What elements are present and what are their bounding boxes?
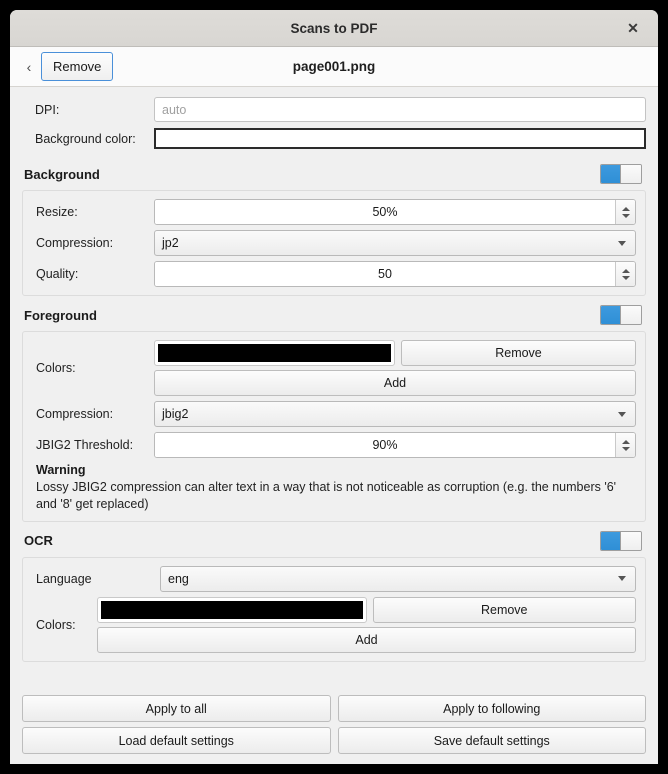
save-default-settings-button[interactable]: Save default settings: [337, 727, 646, 754]
chevron-down-icon: [621, 213, 630, 218]
quality-stepper[interactable]: [615, 262, 635, 286]
quality-row: Quality: 50: [32, 261, 636, 287]
ocr-language-value: eng: [168, 571, 189, 586]
ocr-toggle[interactable]: [600, 530, 642, 551]
toggle-on-half: [601, 306, 621, 324]
chevron-down-icon: [618, 411, 626, 417]
fg-compression-label: Compression:: [36, 407, 114, 421]
quality-value: 50: [155, 262, 615, 286]
remove-page-button[interactable]: Remove: [41, 52, 114, 81]
fg-compression-select[interactable]: jbig2: [154, 401, 636, 427]
chevron-up-icon: [621, 268, 630, 273]
scans-to-pdf-dialog: Scans to PDF ✕ ‹ Remove page001.png DPI:…: [10, 10, 658, 764]
bg-compression-value: jp2: [162, 236, 179, 250]
fg-color-entry: Remove: [154, 340, 636, 366]
header-bar: ‹ Remove page001.png: [10, 47, 658, 87]
bg-compression-select[interactable]: jp2: [154, 230, 636, 256]
toggle-on-half: [601, 165, 621, 183]
titlebar: Scans to PDF ✕: [10, 10, 658, 47]
jbig2-threshold-value: 90%: [155, 433, 615, 457]
dpi-input[interactable]: auto: [154, 97, 646, 122]
resize-stepper[interactable]: [615, 200, 635, 224]
ocr-colors-label: Colors:: [36, 617, 76, 632]
bg-compression-row: Compression: jp2: [32, 230, 636, 256]
background-color-row: Background color:: [22, 126, 646, 151]
ocr-colors-row: Colors: Remove Add: [32, 596, 636, 653]
ocr-language-select[interactable]: eng: [160, 565, 636, 592]
ocr-remove-color-button[interactable]: Remove: [372, 596, 636, 623]
ocr-add-line: Add: [97, 626, 636, 653]
ocr-color-entry: Remove: [97, 596, 636, 623]
background-groupbox: Resize: 50% Compression: jp2 Quality: 50: [22, 190, 646, 296]
back-chevron-icon[interactable]: ‹: [20, 59, 38, 75]
chevron-up-icon: [621, 206, 630, 211]
jbig2-threshold-stepper[interactable]: [615, 433, 635, 457]
warning-text: Lossy JBIG2 compression can alter text i…: [36, 480, 617, 511]
foreground-toggle[interactable]: [600, 305, 642, 325]
foreground-section-title: Foreground: [24, 307, 97, 323]
fg-colors-row: Colors: Remove Add: [32, 340, 636, 396]
ocr-color-fill: [101, 600, 363, 619]
background-toggle[interactable]: [600, 164, 642, 184]
ocr-add-color-button[interactable]: Add: [97, 626, 636, 653]
chevron-down-icon: [618, 240, 626, 246]
toggle-off-half: [621, 165, 641, 183]
actions-row-1: Apply to all Apply to following: [22, 695, 646, 722]
fg-remove-color-button[interactable]: Remove: [401, 340, 636, 366]
settings-body: DPI: auto Background color: Background R…: [10, 87, 658, 689]
ocr-section-title: OCR: [24, 533, 53, 549]
actions-row-2: Load default settings Save default setti…: [22, 727, 646, 754]
fg-colors-stack: Remove Add: [154, 340, 636, 396]
quality-label: Quality:: [36, 267, 79, 281]
quality-spinbox[interactable]: 50: [154, 261, 636, 287]
toggle-off-half: [621, 306, 641, 324]
ocr-color-swatch[interactable]: [97, 596, 367, 623]
resize-label: Resize:: [36, 205, 78, 219]
resize-value: 50%: [155, 200, 615, 224]
foreground-section-header: Foreground: [24, 305, 646, 325]
background-section-header: Background: [24, 164, 646, 184]
window-title: Scans to PDF: [290, 20, 378, 36]
warning-title: Warning: [36, 463, 86, 477]
toggle-on-half: [601, 531, 621, 550]
apply-to-all-button[interactable]: Apply to all: [22, 695, 331, 722]
chevron-down-icon: [621, 446, 630, 451]
resize-row: Resize: 50%: [32, 199, 636, 225]
jbig2-threshold-spinbox[interactable]: 90%: [154, 432, 636, 458]
close-icon[interactable]: ✕: [622, 17, 644, 39]
load-default-settings-button[interactable]: Load default settings: [22, 727, 331, 754]
jbig2-threshold-row: JBIG2 Threshold: 90%: [32, 432, 636, 458]
fg-add-color-button[interactable]: Add: [154, 370, 636, 396]
resize-spinbox[interactable]: 50%: [154, 199, 636, 225]
ocr-section-header: OCR: [24, 530, 646, 551]
chevron-down-icon: [618, 576, 626, 582]
dpi-row: DPI: auto: [22, 97, 646, 122]
background-color-label: Background color:: [35, 131, 136, 146]
fg-color-swatch[interactable]: [154, 340, 395, 366]
fg-add-line: Add: [154, 370, 636, 396]
chevron-up-icon: [621, 439, 630, 444]
bg-compression-label: Compression:: [36, 236, 114, 250]
background-color-swatch[interactable]: [154, 128, 646, 149]
dialog-actions: Apply to all Apply to following Load def…: [10, 689, 658, 764]
foreground-groupbox: Colors: Remove Add Compression: jbig2 JB…: [22, 331, 646, 522]
apply-to-following-button[interactable]: Apply to following: [337, 695, 646, 722]
fg-compression-row: Compression: jbig2: [32, 401, 636, 427]
dpi-label: DPI:: [35, 102, 60, 117]
ocr-language-row: Language eng: [32, 565, 636, 592]
ocr-groupbox: Language eng Colors: Remove Add: [22, 556, 646, 662]
toggle-off-half: [621, 531, 641, 550]
ocr-colors-stack: Remove Add: [97, 596, 636, 653]
fg-colors-label: Colors:: [36, 361, 76, 375]
ocr-language-label: Language: [36, 571, 92, 586]
background-section-title: Background: [24, 166, 100, 182]
jbig2-threshold-label: JBIG2 Threshold:: [36, 438, 134, 452]
chevron-down-icon: [621, 275, 630, 280]
fg-compression-value: jbig2: [162, 407, 189, 421]
fg-color-fill: [158, 344, 391, 362]
